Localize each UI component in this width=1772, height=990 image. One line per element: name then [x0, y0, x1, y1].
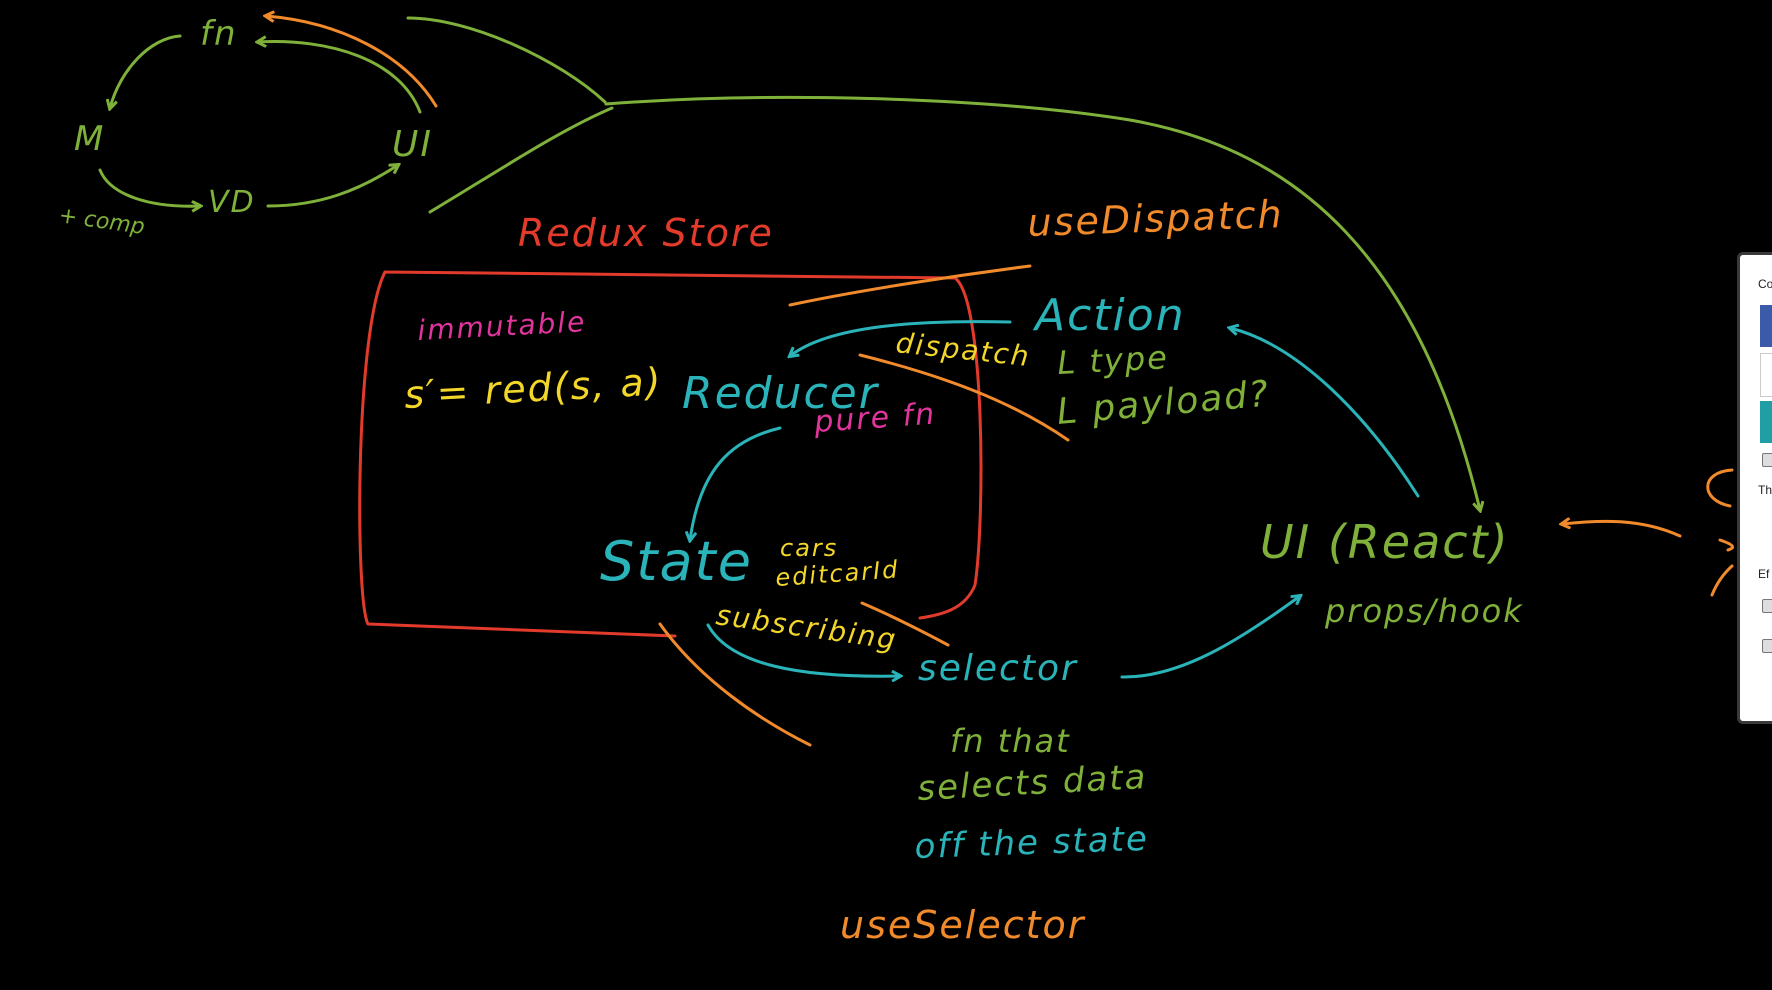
mvc-vd-label: VD [208, 185, 256, 220]
bracket-upper-line [406, 16, 607, 104]
selector-desc-line-2: selects data [916, 757, 1148, 809]
props-hook-label: props/hook [1324, 592, 1524, 630]
action-label: Action [1032, 290, 1186, 341]
bracket-lower-line [428, 106, 614, 214]
action-payload-label: L payload? [1055, 373, 1272, 432]
side-panel[interactable]: Co Th Ef [1737, 252, 1772, 724]
use-dispatch-label: useDispatch [1027, 192, 1285, 245]
external-orange-curve-bottom [1710, 538, 1734, 597]
side-panel-text-bottom: Ef [1758, 567, 1770, 581]
reducer-formula: s′= red(s, a) [403, 360, 663, 417]
dispatch-label: dispatch [894, 326, 1032, 373]
mvc-m-label: M [74, 119, 105, 159]
mvc-ui-label: UI [392, 124, 433, 165]
arrow-m-to-vd [98, 168, 200, 206]
use-dispatch-underline [788, 264, 1032, 307]
arrow-vd-to-ui [266, 165, 398, 208]
side-panel-text-mid: Th [1758, 483, 1772, 497]
pure-fn-label: pure fn [812, 397, 937, 440]
selector-desc-line-1: fn that [950, 722, 1071, 760]
side-panel-checkbox-1[interactable] [1762, 453, 1772, 467]
arrow-fn-to-m [110, 34, 182, 108]
external-orange-curve-top [1706, 468, 1734, 508]
arrow-reducer-to-state [690, 426, 782, 540]
whiteboard-canvas: fn M UI VD + comp Redux Store immutable … [0, 0, 1772, 990]
selector-desc-line-3: off the state [914, 819, 1150, 867]
state-field-cars: cars [780, 534, 838, 562]
state-label: State [600, 530, 753, 593]
side-panel-checkbox-2[interactable] [1762, 599, 1772, 613]
use-selector-label: useSelector [840, 903, 1086, 947]
color-swatch-white[interactable] [1760, 353, 1772, 397]
immutable-label: immutable [417, 305, 587, 347]
side-panel-text-top: Co [1758, 277, 1772, 291]
arrow-ui-to-fn-green [258, 42, 422, 114]
arrow-external-to-ui-react [1562, 521, 1682, 538]
redux-store-title: Redux Store [518, 211, 774, 255]
arrow-selector-to-ui-react [1120, 596, 1300, 679]
ui-react-label: UI (React) [1260, 515, 1510, 569]
mvc-fn-label: fn [200, 14, 238, 54]
selector-label: selector [918, 648, 1078, 689]
diagram-board: fn M UI VD + comp Redux Store immutable … [57, 0, 1734, 947]
side-panel-checkbox-3[interactable] [1762, 639, 1772, 653]
action-type-label: L type [1056, 338, 1169, 382]
color-swatch-teal[interactable] [1760, 401, 1772, 443]
color-swatch-blue[interactable] [1760, 305, 1772, 347]
store-exit-orange-line [658, 622, 812, 747]
mvc-comp-label: + comp [57, 203, 146, 240]
